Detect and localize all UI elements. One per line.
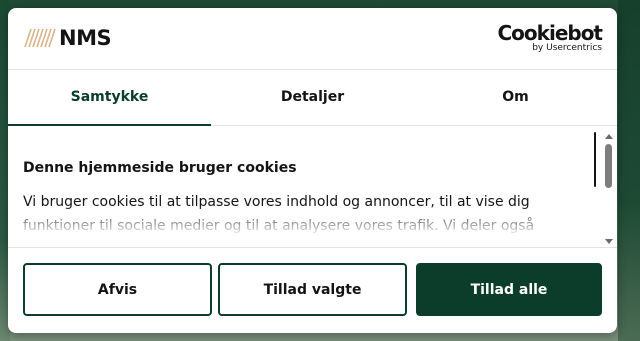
content-fade [8, 205, 588, 247]
nms-logo-icon [23, 28, 57, 48]
divider [8, 247, 617, 248]
cookiebot-wordmark: Cookiebot [497, 21, 603, 45]
scroll-down-icon[interactable] [605, 239, 613, 244]
tab-bar: Samtykke Detaljer Om [8, 70, 617, 126]
button-row: Afvis Tillad valgte Tillad alle [23, 263, 602, 316]
allow-all-button[interactable]: Tillad alle [416, 263, 602, 316]
dialog-header: NMS Cookiebot by Usercentrics [8, 8, 617, 70]
cookie-consent-dialog: NMS Cookiebot by Usercentrics Samtykke D… [8, 8, 617, 333]
consent-content: Denne hjemmeside bruger cookies Vi bruge… [8, 126, 617, 247]
cookiebot-logo[interactable]: Cookiebot by Usercentrics [498, 21, 603, 53]
decline-button[interactable]: Afvis [23, 263, 212, 316]
tab-samtykke[interactable]: Samtykke [8, 70, 211, 126]
nms-logo: NMS [23, 26, 112, 50]
focus-indicator [594, 132, 596, 187]
tab-detaljer[interactable]: Detaljer [211, 70, 414, 125]
content-scrollbar[interactable] [602, 130, 616, 244]
background-right [618, 0, 640, 341]
tab-om[interactable]: Om [414, 70, 617, 125]
scroll-up-icon[interactable] [605, 134, 613, 139]
logo-text: NMS [59, 26, 112, 50]
scroll-thumb[interactable] [605, 144, 612, 188]
allow-selection-button[interactable]: Tillad valgte [218, 263, 407, 316]
content-title: Denne hjemmeside bruger cookies [23, 160, 297, 176]
